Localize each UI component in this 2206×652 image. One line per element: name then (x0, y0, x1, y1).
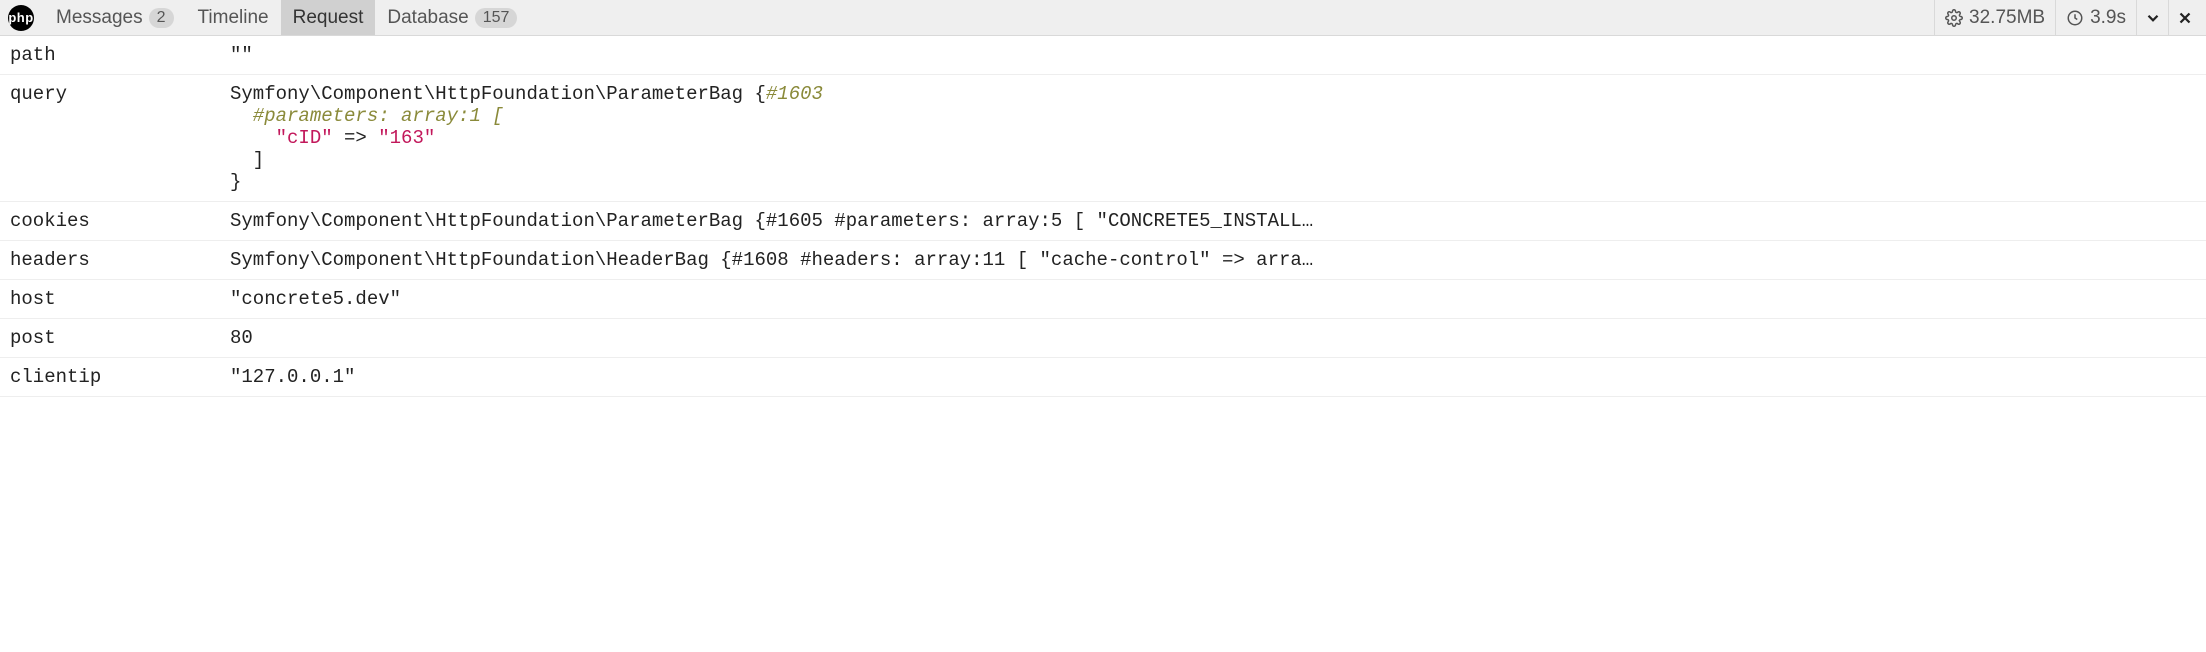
php-logo: php (8, 5, 34, 31)
tab-list: Messages 2 Timeline Request Database 157 (44, 0, 529, 35)
close-button[interactable] (2168, 0, 2200, 35)
tab-badge: 2 (149, 8, 174, 28)
request-table: path "" query Symfony\Component\HttpFoun… (0, 36, 2206, 397)
row-key: cookies (10, 210, 230, 232)
memory-stat: 32.75MB (1934, 0, 2055, 35)
clock-icon (2066, 9, 2084, 27)
tab-label: Request (293, 7, 364, 29)
row-value: "concrete5.dev" (230, 288, 2196, 310)
table-row[interactable]: headers Symfony\Component\HttpFoundation… (0, 241, 2206, 280)
row-value: "127.0.0.1" (230, 366, 2196, 388)
chevron-down-icon (2144, 9, 2162, 27)
close-icon (2176, 9, 2194, 27)
row-key: path (10, 44, 230, 66)
row-value: "" (230, 44, 2196, 66)
row-value: Symfony\Component\HttpFoundation\Paramet… (230, 210, 2196, 232)
tab-label: Database (387, 7, 468, 29)
tab-database[interactable]: Database 157 (375, 0, 529, 35)
tab-badge: 157 (475, 8, 518, 28)
row-key: clientip (10, 366, 230, 388)
row-key: headers (10, 249, 230, 271)
memory-value: 32.75MB (1969, 7, 2045, 29)
gear-icon (1945, 9, 1963, 27)
tab-label: Messages (56, 7, 143, 29)
row-key: host (10, 288, 230, 310)
time-stat: 3.9s (2055, 0, 2136, 35)
table-row[interactable]: host "concrete5.dev" (0, 280, 2206, 319)
debug-toolbar: php Messages 2 Timeline Request Database… (0, 0, 2206, 36)
table-row[interactable]: query Symfony\Component\HttpFoundation\P… (0, 75, 2206, 202)
row-value: Symfony\Component\HttpFoundation\HeaderB… (230, 249, 2196, 271)
time-value: 3.9s (2090, 7, 2126, 29)
row-key: query (10, 83, 230, 105)
row-value: Symfony\Component\HttpFoundation\Paramet… (230, 83, 2196, 193)
table-row[interactable]: clientip "127.0.0.1" (0, 358, 2206, 397)
table-row[interactable]: post 80 (0, 319, 2206, 358)
collapse-button[interactable] (2136, 0, 2168, 35)
row-key: post (10, 327, 230, 349)
row-value: 80 (230, 327, 2196, 349)
tab-timeline[interactable]: Timeline (186, 0, 281, 35)
tab-request[interactable]: Request (281, 0, 376, 35)
table-row[interactable]: path "" (0, 36, 2206, 75)
tab-messages[interactable]: Messages 2 (44, 0, 186, 35)
tab-label: Timeline (198, 7, 269, 29)
table-row[interactable]: cookies Symfony\Component\HttpFoundation… (0, 202, 2206, 241)
